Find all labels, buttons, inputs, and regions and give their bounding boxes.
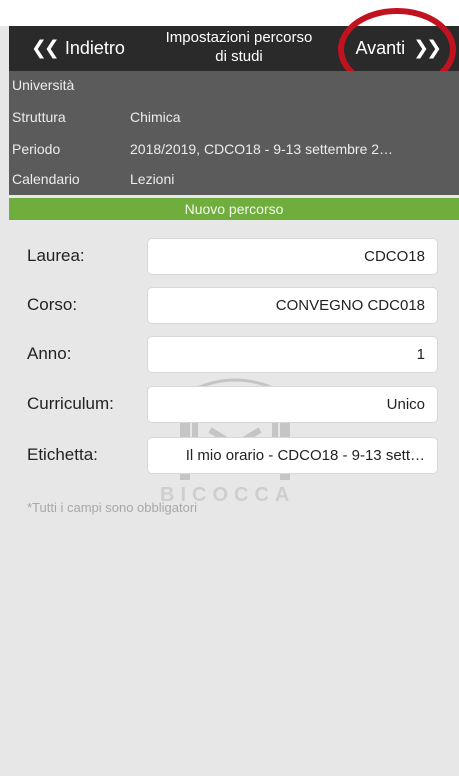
form-row-corso: Corso: CONVEGNO CDC018 <box>9 287 459 324</box>
etichetta-field[interactable]: Il mio orario - CDCO18 - 9-13 sett… <box>147 437 438 474</box>
info-value: 2018/2019, CDCO18 - 9-13 settembre 2… <box>130 141 394 157</box>
info-label: Università <box>12 77 75 93</box>
info-value: Lezioni <box>130 171 175 187</box>
anno-field[interactable]: 1 <box>147 336 438 373</box>
laurea-field[interactable]: CDCO18 <box>147 238 438 275</box>
info-row-calendario: Calendario Lezioni <box>12 171 456 191</box>
info-label: Struttura <box>12 109 66 125</box>
info-row-struttura: Struttura Chimica <box>12 109 456 129</box>
info-label: Periodo <box>12 141 61 157</box>
form-row-laurea: Laurea: CDCO18 <box>9 238 459 275</box>
double-chevron-left-icon: ❮❮ <box>31 38 60 59</box>
field-label: Laurea: <box>27 246 85 265</box>
course-info-panel: Università Struttura Chimica Periodo 2018/… <box>9 71 459 195</box>
corso-field[interactable]: CONVEGNO CDC018 <box>147 287 438 324</box>
form-row-curriculum: Curriculum: Unico <box>9 386 459 423</box>
info-row-periodo: Periodo 2018/2019, CDCO18 - 9-13 settembr… <box>12 141 456 161</box>
field-label: Etichetta: <box>27 445 98 464</box>
info-row-universita: Università <box>12 77 456 97</box>
form-row-anno: Anno: 1 <box>9 336 459 373</box>
back-button[interactable]: ❮❮ Indietro <box>31 37 125 60</box>
field-label: Anno: <box>27 344 72 363</box>
new-path-banner: Nuovo percorso <box>9 198 459 220</box>
info-value: Chimica <box>130 109 181 125</box>
required-fields-note: *Tutti i campi sono obbligatori <box>27 500 198 515</box>
field-label: Corso: <box>27 295 78 314</box>
field-label: Curriculum: <box>27 394 114 413</box>
form-row-etichetta: Etichetta: Il mio orario - CDCO18 - 9-13… <box>9 437 459 474</box>
page-title: Impostazioni percorso di studi <box>165 29 313 65</box>
curriculum-field[interactable]: Unico <box>147 386 438 423</box>
info-label: Calendario <box>12 171 80 187</box>
back-button-label: Indietro <box>64 38 125 58</box>
